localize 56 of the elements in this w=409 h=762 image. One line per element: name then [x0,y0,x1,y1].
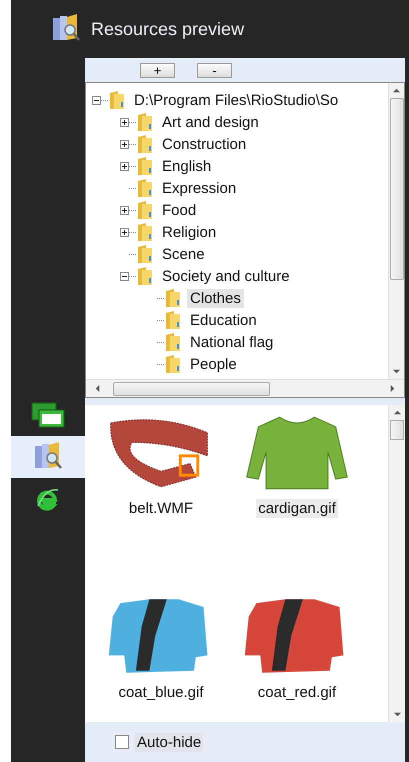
tree-toggle[interactable] [120,118,129,126]
tree-item[interactable]: Art and design [159,112,262,132]
folder-icon [164,310,182,330]
file-name[interactable]: coat_blue.gif [116,683,206,702]
vertical-scrollbar[interactable] [388,405,405,722]
folder-icon [136,156,154,176]
scrollbar-thumb[interactable] [390,420,404,440]
folder-icon [164,354,182,374]
folder-icon [164,288,182,308]
tree-item[interactable]: People [187,354,240,374]
folder-icon [164,332,182,352]
tree-item[interactable]: Clothes [187,288,244,308]
tree-item[interactable]: Society and culture [159,266,293,286]
scroll-up-arrow-icon[interactable] [394,409,400,416]
scroll-down-arrow-icon[interactable] [393,368,400,375]
file-name[interactable]: coat_red.gif [256,683,338,702]
folder-icon [108,90,126,110]
tree-item[interactable]: National flag [187,332,276,352]
file-name[interactable]: belt.WMF [126,499,196,518]
tree-toggle[interactable] [92,96,101,104]
vertical-scrollbar[interactable] [388,83,404,379]
tree-toggle[interactable] [120,228,129,236]
horizontal-scrollbar[interactable] [86,379,404,397]
folder-icon [136,222,154,242]
browser-e-icon [36,486,60,512]
tree-toggle[interactable] [120,272,129,280]
scrollbar-thumb[interactable] [113,382,270,396]
checkbox[interactable] [115,735,129,749]
scroll-down-arrow-icon[interactable] [394,711,400,718]
checkbox-label[interactable]: Auto-hide [135,732,204,752]
windows-icon [31,402,65,428]
tree-toggle[interactable] [120,206,129,214]
scrollbar-thumb[interactable] [390,98,404,280]
folder-icon [136,244,154,264]
folder-icon [136,266,154,286]
toolbar-button[interactable]: + [140,62,175,78]
folder-icon [136,134,154,154]
toolbar-button[interactable]: - [197,62,232,78]
panel-title: Resources preview [91,18,244,40]
tree-toggle[interactable] [120,140,129,148]
scroll-up-arrow-icon[interactable] [393,87,400,94]
tree-item[interactable]: Expression [159,178,240,198]
tree-item[interactable]: D:\Program Files\RioStudio\So [131,90,342,110]
tree-item[interactable]: Religion [159,222,220,242]
file-name[interactable]: cardigan.gif [256,499,338,518]
tree-item[interactable]: English [159,156,214,176]
tree-toggle[interactable] [120,162,129,170]
tree-item[interactable]: Scene [159,244,208,264]
folder-icon [136,112,154,132]
folder-icon [136,178,154,198]
tree-item[interactable]: Construction [159,134,250,154]
tree-item[interactable]: Food [159,200,200,220]
scroll-right-arrow-icon[interactable] [389,385,396,392]
scroll-left-arrow-icon[interactable] [94,385,101,392]
tree-item[interactable]: Education [187,310,260,330]
folder-icon [136,200,154,220]
